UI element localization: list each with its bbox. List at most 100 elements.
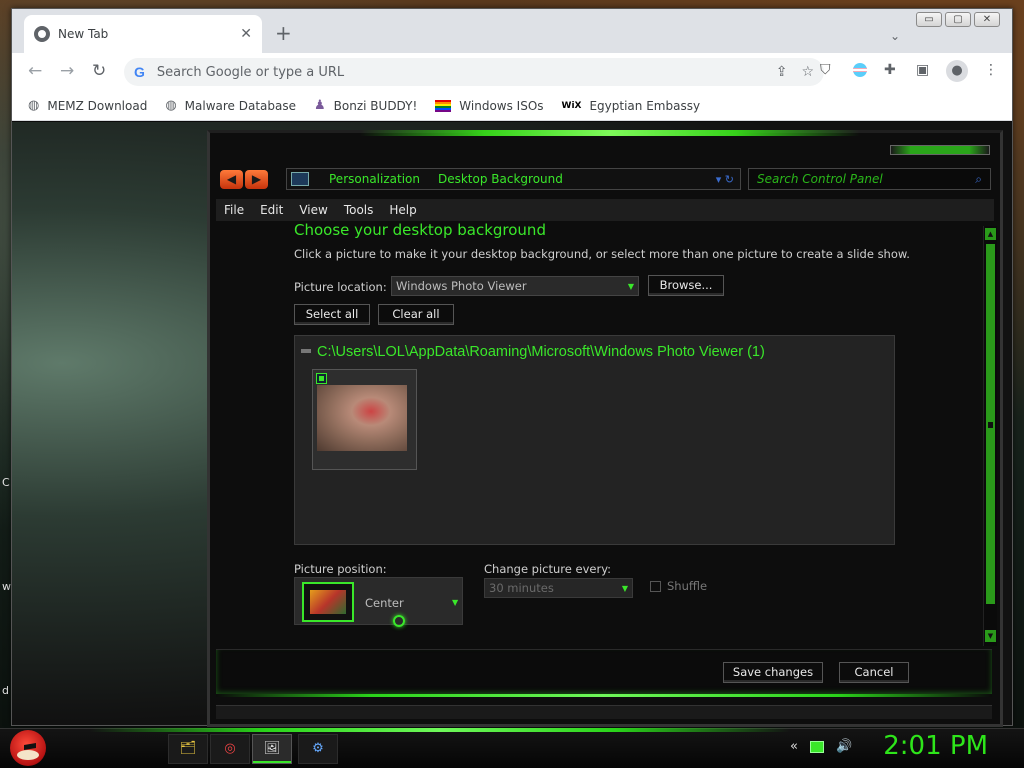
chrome-icon (34, 26, 50, 42)
shuffle-checkbox[interactable]: Shuffle (650, 579, 707, 593)
browser-titlebar: New Tab ✕ + ⌄ ▭ ▢ ✕ (12, 9, 1012, 53)
new-tab-button[interactable]: + (275, 23, 292, 43)
save-changes-button[interactable]: Save changes (723, 662, 823, 683)
bookmark-egyptian-embassy[interactable]: WiX Egyptian Embassy (562, 99, 701, 113)
change-picture-value: 30 minutes (489, 581, 554, 595)
chevron-down-icon: ▼ (452, 598, 459, 607)
picture-location-dropdown[interactable]: Windows Photo Viewer ▼ (391, 276, 639, 296)
chevron-down-icon: ▼ (627, 281, 634, 291)
browse-button[interactable]: Browse... (648, 275, 724, 296)
network-taskbar-icon[interactable]: ⚙ (298, 734, 338, 764)
window-caption-buttons[interactable] (890, 145, 990, 155)
reload-icon[interactable]: ↻ (92, 61, 106, 81)
maximize-button[interactable]: ▢ (945, 12, 971, 27)
minimize-button[interactable]: ▭ (916, 12, 942, 27)
picture-grid: C:\Users\LOL\AppData\Roaming\Microsoft\W… (294, 335, 895, 545)
address-bar[interactable]: Personalization Desktop Background ▾ ↻ (286, 168, 741, 190)
show-hidden-icons-icon[interactable]: « (790, 739, 798, 754)
busy-cursor-icon (393, 615, 405, 627)
picture-thumbnail[interactable] (312, 369, 417, 470)
search-icon[interactable]: ⌕ (975, 172, 982, 187)
bookmark-bonzi-buddy[interactable]: ♟ Bonzi BUDDY! (314, 98, 417, 113)
back-button[interactable]: ◀ (220, 170, 243, 189)
wix-icon: WiX (561, 100, 582, 111)
forward-icon[interactable]: → (60, 61, 74, 81)
group-folder-path: C:\Users\LOL\AppData\Roaming\Microsoft\W… (317, 344, 765, 360)
checkbox-box[interactable] (650, 580, 661, 592)
back-icon[interactable]: ← (28, 61, 42, 81)
rainbow-flag-icon (435, 99, 452, 112)
breadcrumb-desktop-background[interactable]: Desktop Background (438, 172, 563, 186)
desktop-icon-label[interactable]: w (2, 580, 11, 593)
scroll-down-icon[interactable]: ▼ (985, 630, 996, 642)
browser-tab[interactable]: New Tab ✕ (24, 15, 262, 53)
explorer-taskbar-icon[interactable]: 🗂 (168, 734, 208, 764)
close-button[interactable]: ✕ (974, 12, 1000, 27)
desktop-icon-label[interactable]: C (2, 476, 10, 489)
bookmark-malware-database[interactable]: ◍ Malware Database (165, 98, 296, 113)
menu-edit[interactable]: Edit (260, 203, 283, 217)
window-glow (360, 130, 860, 136)
ublock-icon[interactable]: ⛉ (820, 62, 831, 78)
search-control-panel[interactable]: Search Control Panel ⌕ (748, 168, 991, 190)
tab-title: New Tab (58, 27, 109, 41)
paint-taskbar-icon[interactable]: 🖼 (252, 734, 292, 764)
picture-position-value: Center (365, 596, 404, 610)
menu-bar: File Edit View Tools Help (216, 199, 994, 221)
page-content: ◀ ▶ Personalization Desktop Background ▾… (12, 122, 1012, 727)
vertical-scrollbar[interactable]: ▲ ▼ (983, 226, 997, 646)
bookmark-label: Malware Database (184, 98, 297, 113)
clear-all-button[interactable]: Clear all (378, 304, 454, 325)
bookmarks-bar: ◍ MEMZ Download ◍ Malware Database ♟ Bon… (12, 91, 1012, 121)
position-preview (302, 582, 354, 622)
bookmark-star-icon[interactable]: ☆ (801, 64, 814, 80)
select-all-button[interactable]: Select all (294, 304, 370, 325)
picture-position-dropdown[interactable]: Center ▼ (294, 577, 463, 627)
cp-nav-buttons: ◀ ▶ (220, 170, 268, 189)
scroll-up-icon[interactable]: ▲ (985, 228, 996, 240)
menu-file[interactable]: File (224, 203, 244, 217)
tab-close-icon[interactable]: ✕ (240, 26, 252, 42)
network-status-icon[interactable] (809, 741, 824, 753)
picture-position-label: Picture position: (294, 562, 387, 576)
chrome-menu-icon[interactable]: ⋮ (984, 62, 998, 78)
profile-avatar[interactable]: ● (946, 60, 968, 82)
volume-icon[interactable]: 🔊 (836, 739, 852, 754)
desktop-icon-label[interactable]: d (2, 684, 9, 697)
menu-help[interactable]: Help (389, 203, 416, 217)
omnibox[interactable]: G Search Google or type a URL ⇪ ☆ (124, 58, 824, 86)
start-button-angry-bird-icon[interactable] (10, 730, 46, 766)
bookmark-windows-isos[interactable]: Windows ISOs (435, 98, 544, 113)
taskbar-clock[interactable]: 2:01 PM (883, 731, 988, 761)
breadcrumb-personalization[interactable]: Personalization (329, 172, 420, 186)
thumbnail-checkbox[interactable] (316, 373, 327, 384)
forward-button[interactable]: ▶ (245, 170, 268, 189)
cancel-button[interactable]: Cancel (839, 662, 909, 683)
search-placeholder[interactable]: Search Control Panel (757, 172, 975, 186)
change-picture-dropdown[interactable]: 30 minutes ▼ (484, 578, 633, 598)
extensions-puzzle-icon[interactable]: ✚ (884, 62, 896, 78)
globe-icon: ◍ (165, 98, 177, 113)
browser-toolbar: ← → ↻ G Search Google or type a URL ⇪ ☆ … (12, 53, 1012, 91)
window-controls: ▭ ▢ ✕ (916, 12, 1000, 27)
chrome-window: New Tab ✕ + ⌄ ▭ ▢ ✕ ← → ↻ G Search Googl… (11, 8, 1013, 727)
menu-view[interactable]: View (299, 203, 327, 217)
chrome-taskbar-icon[interactable]: ◎ (210, 734, 250, 764)
menu-tools[interactable]: Tools (344, 203, 374, 217)
tab-search-icon[interactable]: ⌄ (890, 29, 900, 43)
pride-flag-icon[interactable] (852, 62, 868, 82)
thumbnail-image (317, 385, 407, 451)
bookmark-label: Egyptian Embassy (589, 98, 701, 113)
collapse-group-icon[interactable] (301, 349, 311, 353)
side-panel-icon[interactable]: ▣ (916, 62, 929, 78)
share-icon[interactable]: ⇪ (776, 64, 788, 80)
footer-glow (216, 694, 992, 697)
page-title: Choose your desktop background (294, 221, 546, 239)
bookmark-memz[interactable]: ◍ MEMZ Download (28, 98, 147, 113)
omnibox-placeholder[interactable]: Search Google or type a URL (157, 65, 762, 80)
taskbar: 🗂 ◎ 🖼 ⚙ « 🔊 2:01 PM (0, 728, 1024, 768)
bookmark-label: Windows ISOs (459, 98, 544, 113)
address-refresh-icon[interactable]: ▾ ↻ (716, 173, 734, 186)
desktop-background-panel: Choose your desktop background Click a p… (216, 221, 976, 641)
control-panel-window: ◀ ▶ Personalization Desktop Background ▾… (207, 130, 1003, 727)
